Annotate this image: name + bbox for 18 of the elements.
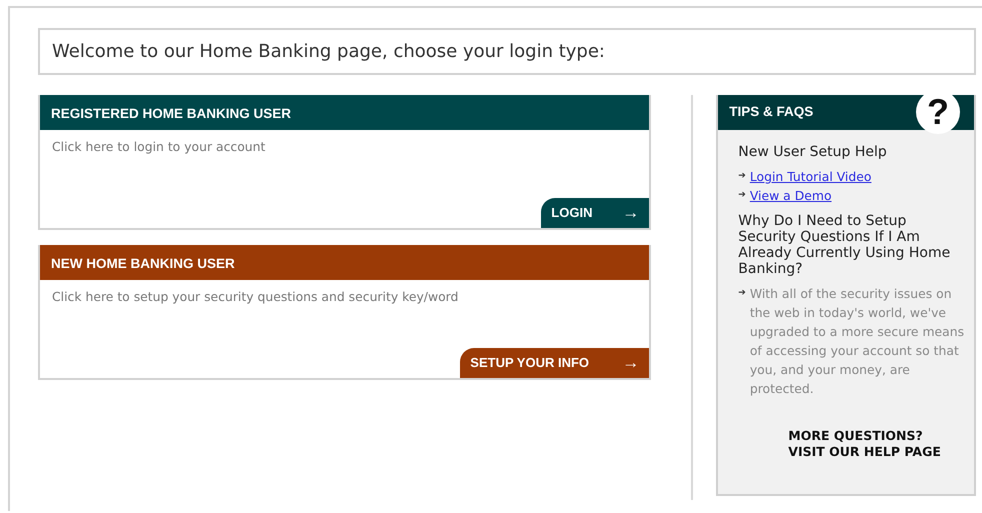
arrow-icon: ➔ — [738, 186, 746, 205]
help-link[interactable]: View a Demo — [750, 186, 832, 205]
arrow-icon: ➔ — [738, 167, 746, 186]
panel-button[interactable]: SETUP YOUR INFO → — [460, 348, 650, 378]
panel-header: NEW HOME BANKING USER — [40, 245, 650, 280]
panel-button[interactable]: LOGIN → — [541, 198, 650, 228]
panel-header: REGISTERED HOME BANKING USER — [40, 95, 650, 130]
panel-description: Click here to setup your security questions and security key/word — [52, 288, 460, 306]
help-link[interactable]: Login Tutorial Video — [750, 167, 872, 186]
arrow-icon: ➔ — [738, 284, 746, 398]
section-heading: Why Do I Need to Setup Security Questions If I Am Already Currently Using Home Banking? — [738, 213, 952, 277]
panel-header: TIPS & FAQS — [729, 103, 814, 122]
section-heading: New User Setup Help — [738, 144, 888, 160]
help-page-link[interactable]: MORE QUESTIONS? — [788, 428, 968, 444]
welcome-heading: Welcome to our Home Banking page, choose your login type: — [38, 28, 976, 75]
panel-description: Click here to login to your account — [52, 138, 266, 156]
answer-text: With all of the security issues on the web in today's world, we've upgraded to a more secure means of accessing your account so that you, and your money, are protected. — [750, 285, 966, 398]
help-page-link[interactable]: VISIT OUR HELP PAGE — [788, 444, 968, 460]
